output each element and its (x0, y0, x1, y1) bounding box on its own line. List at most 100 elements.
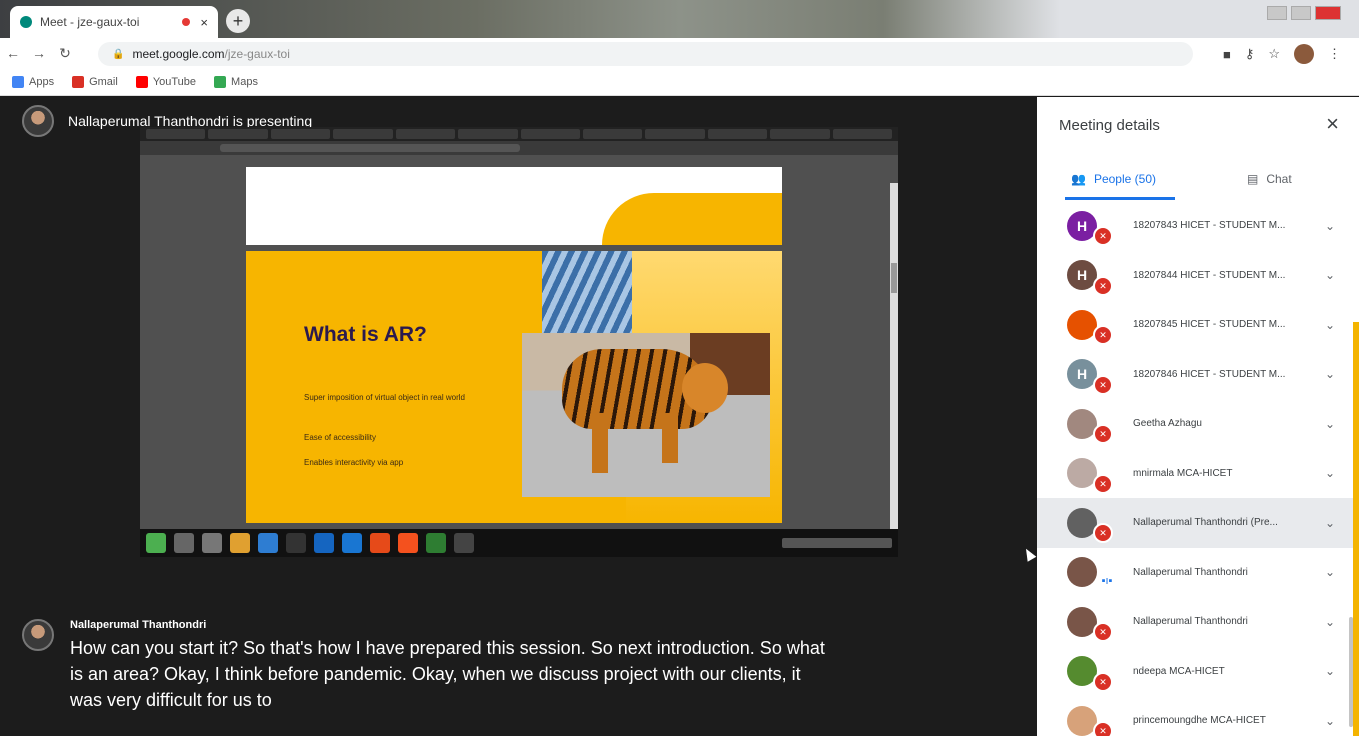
tab-title: Meet - jze-gaux-toi (40, 15, 140, 29)
participant-row[interactable]: ✕ ndeepa MCA-HICET ⌄ (1037, 647, 1359, 697)
participant-row[interactable]: ✕ Geetha Azhagu ⌄ (1037, 399, 1359, 449)
new-tab-button[interactable]: + (226, 9, 250, 33)
participant-name: mnirmala MCA-HICET (1133, 467, 1233, 479)
meet-stage: Nallaperumal Thanthondri is presenting W… (0, 97, 1037, 736)
participant-name: Nallaperumal Thanthondri (1133, 616, 1248, 628)
participant-name: 18207845 HICET - STUDENT M... (1133, 319, 1286, 331)
chevron-down-icon[interactable]: ⌄ (1325, 367, 1335, 381)
minimize-button[interactable] (1267, 6, 1287, 20)
chevron-down-icon[interactable]: ⌄ (1325, 714, 1335, 728)
participant-avatar (1067, 557, 1097, 588)
slide-bullet: Ease of accessibility (304, 433, 377, 442)
chevron-down-icon[interactable]: ⌄ (1325, 565, 1335, 579)
back-arrow-icon[interactable]: ← (0, 45, 26, 61)
bookmark-item[interactable]: Gmail (72, 75, 118, 88)
pdf-scrollbar (890, 183, 898, 557)
slide-bullet: Enables interactivity via app (304, 458, 404, 467)
tab-people-label: People (50) (1093, 172, 1156, 186)
participant-row[interactable]: H ✕ 18207846 HICET - STUDENT M... ⌄ (1037, 350, 1359, 400)
camera-icon[interactable]: ■ (1223, 47, 1231, 62)
bookmark-label: Gmail (89, 75, 118, 88)
bookmark-item[interactable]: YouTube (135, 75, 197, 88)
chevron-down-icon[interactable]: ⌄ (1325, 219, 1335, 233)
pdf-viewer: What is AR? Super imposition of virtual … (140, 155, 898, 557)
participant-row[interactable]: H ✕ 18207844 HICET - STUDENT M... ⌄ (1037, 251, 1359, 301)
participant-row[interactable]: ✕ mnirmala MCA-HICET ⌄ (1037, 449, 1359, 499)
tab-people[interactable]: 👥 People (50) (1071, 157, 1156, 201)
reload-icon[interactable]: ↻ (52, 45, 78, 62)
bookmark-label: Apps (29, 75, 55, 88)
recording-dot-icon (182, 18, 191, 26)
bookmark-icon (214, 75, 227, 88)
people-icon: 👥 (1071, 172, 1086, 186)
bookmark-item[interactable]: Maps (214, 75, 258, 88)
caption-speaker-avatar (22, 619, 54, 651)
chat-icon: ▤ (1247, 172, 1259, 186)
participant-name: Nallaperumal Thanthondri (Pre... (1133, 517, 1278, 529)
chevron-down-icon[interactable]: ⌄ (1325, 516, 1335, 530)
bookmark-item[interactable]: Apps (12, 75, 55, 88)
mic-muted-icon: ✕ (1093, 622, 1113, 642)
participant-row[interactable]: ✕ 18207845 HICET - STUDENT M... ⌄ (1037, 300, 1359, 350)
mic-muted-icon: ✕ (1093, 671, 1113, 692)
mic-muted-icon: ✕ (1093, 721, 1113, 736)
panel-title: Meeting details (1059, 117, 1160, 134)
toolbar-icons: ■ ⚷ ☆ ⋮ (1223, 44, 1341, 64)
participant-row[interactable]: H ✕ 18207843 HICET - STUDENT M... ⌄ (1037, 201, 1359, 251)
caption-text: How can you start it? So that's how I ha… (70, 638, 825, 710)
participant-name: Nallaperumal Thanthondri (1133, 566, 1248, 578)
slide: What is AR? Super imposition of virtual … (246, 251, 782, 523)
menu-kebab-icon[interactable]: ⋮ (1328, 46, 1341, 62)
tab-chat[interactable]: ▤ Chat (1247, 157, 1292, 201)
profile-avatar[interactable] (1294, 44, 1314, 64)
browser-tab[interactable]: Meet - jze-gaux-toi × (10, 6, 218, 38)
slide-title: What is AR? (304, 323, 427, 346)
participant-row[interactable]: ▪ı▪ Nallaperumal Thanthondri ⌄ (1037, 548, 1359, 598)
panel-tabs: 👥 People (50) ▤ Chat (1037, 157, 1359, 201)
slide-bullet: Super imposition of virtual object in re… (304, 393, 465, 402)
key-icon[interactable]: ⚷ (1245, 46, 1255, 62)
tab-close-icon[interactable]: × (200, 15, 208, 30)
active-tab-indicator (1065, 197, 1175, 200)
lock-icon: 🔒 (112, 48, 125, 60)
chevron-down-icon[interactable]: ⌄ (1325, 466, 1335, 480)
mic-muted-icon: ✕ (1093, 275, 1113, 296)
chevron-down-icon[interactable]: ⌄ (1325, 318, 1335, 332)
mic-muted-icon: ✕ (1093, 523, 1113, 543)
url-path: /jze-gaux-toi (224, 47, 290, 61)
bookmark-icon (12, 75, 24, 88)
ar-tiger-image (522, 333, 770, 497)
panel-close-icon[interactable]: × (1326, 113, 1339, 135)
participant-name: ndeepa MCA-HICET (1133, 665, 1225, 677)
mic-muted-icon: ✕ (1093, 325, 1113, 345)
chevron-down-icon[interactable]: ⌄ (1325, 615, 1335, 629)
maximize-button[interactable] (1291, 6, 1311, 20)
chevron-down-icon[interactable]: ⌄ (1325, 417, 1335, 431)
forward-arrow-icon[interactable]: → (26, 45, 52, 61)
tab-chat-label: Chat (1266, 172, 1292, 186)
bookmarks-bar: Apps Gmail YouTube Maps (0, 68, 1359, 96)
mic-muted-icon: ✕ (1093, 424, 1113, 444)
mic-muted-icon: ✕ (1093, 374, 1113, 395)
window-close-button[interactable] (1315, 6, 1341, 20)
participant-name: 18207843 HICET - STUDENT M... (1133, 220, 1286, 232)
shared-taskbar (140, 529, 898, 557)
window-controls (1267, 6, 1341, 20)
url-field[interactable]: 🔒 meet.google.com/jze-gaux-toi (98, 42, 1193, 66)
address-bar-row: ← → ↻ 🔒 meet.google.com/jze-gaux-toi ■ ⚷… (0, 38, 1359, 68)
star-icon[interactable]: ☆ (1268, 46, 1280, 62)
caption-speaker-name: Nallaperumal Thanthondri (70, 619, 207, 631)
participant-row[interactable]: ✕ Nallaperumal Thanthondri ⌄ (1037, 597, 1359, 647)
bookmark-label: YouTube (152, 75, 197, 88)
browser-tab-strip: Meet - jze-gaux-toi × + (0, 0, 1359, 38)
participant-list: H ✕ 18207843 HICET - STUDENT M... ⌄ H ✕ 182078… (1037, 201, 1359, 736)
shared-address-bar (140, 141, 898, 155)
meeting-details-panel: Meeting details × 👥 People (50) ▤ Chat H… (1037, 97, 1359, 736)
url-host: meet.google.com (132, 47, 225, 61)
participant-row[interactable]: ✕ princemoungdhe MCA-HICET ⌄ (1037, 696, 1359, 736)
bookmark-icon (135, 75, 148, 88)
building-image (542, 251, 632, 341)
participant-row[interactable]: ✕ Nallaperumal Thanthondri (Pre... ⌄ (1037, 498, 1359, 548)
chevron-down-icon[interactable]: ⌄ (1325, 268, 1335, 282)
chevron-down-icon[interactable]: ⌄ (1325, 664, 1335, 678)
